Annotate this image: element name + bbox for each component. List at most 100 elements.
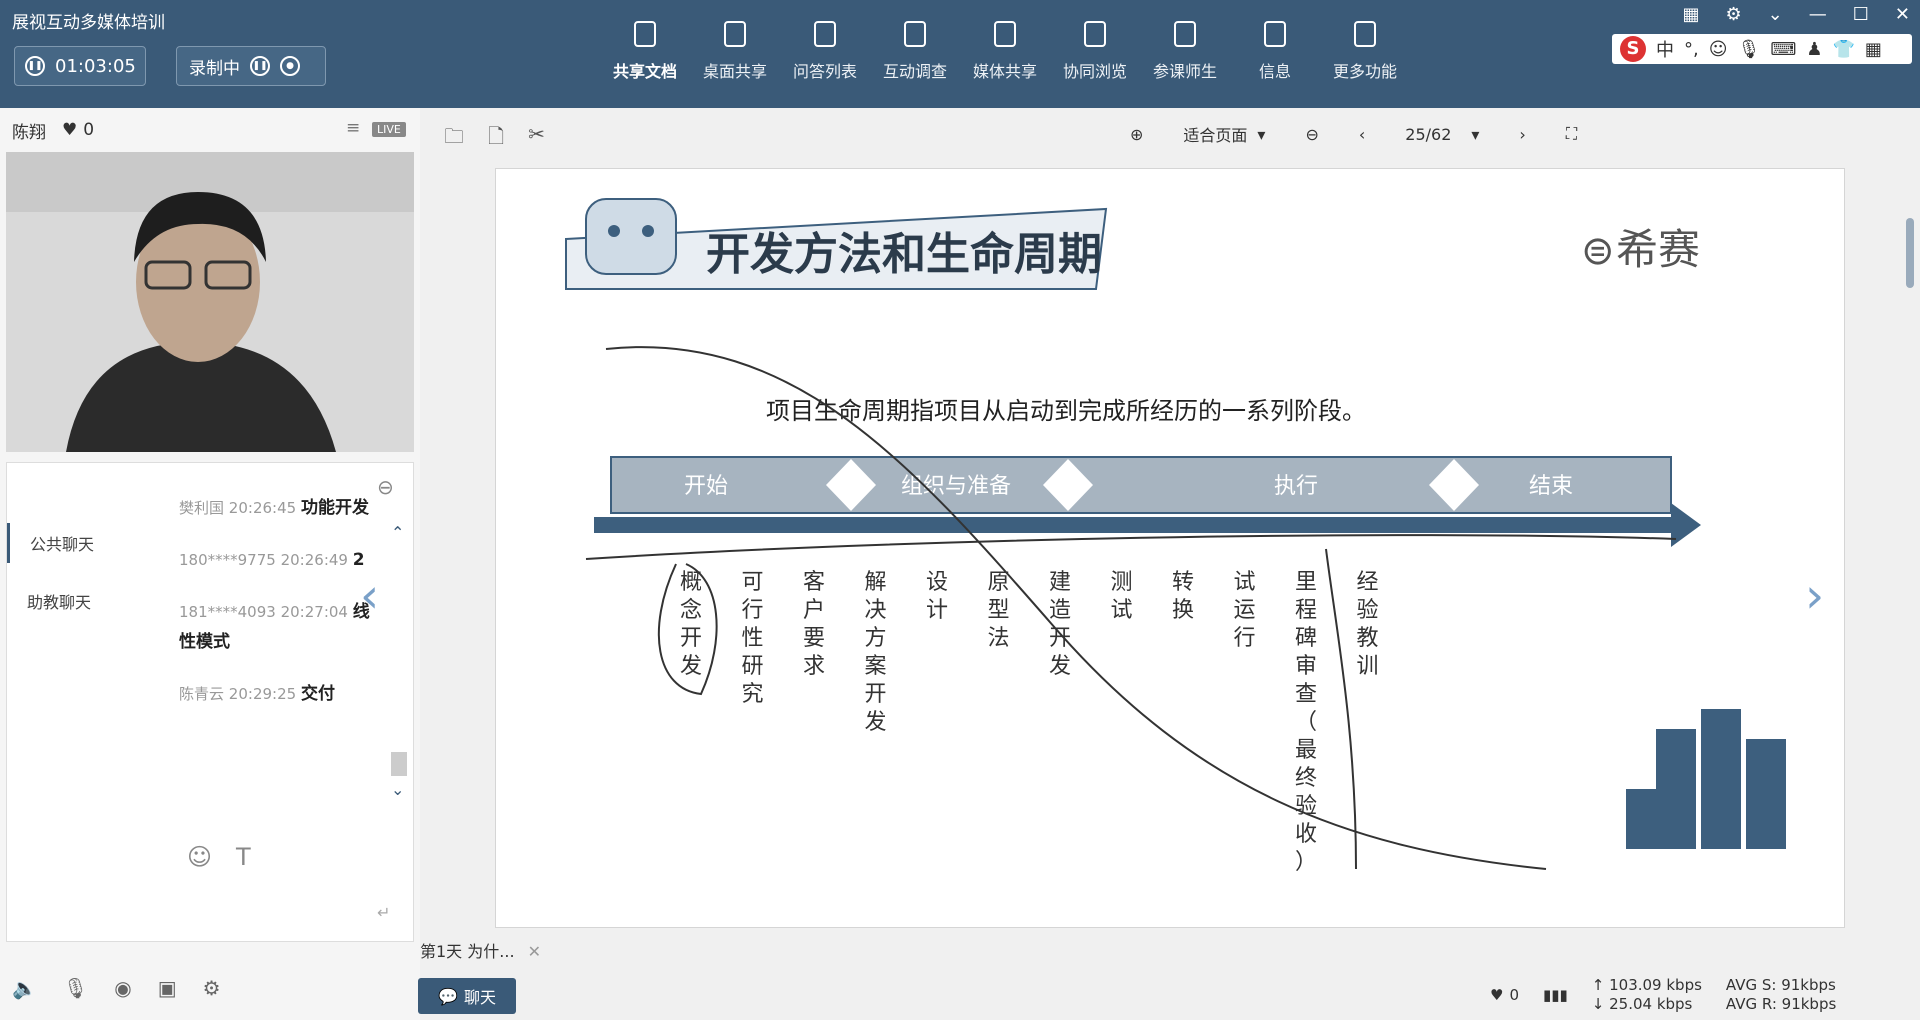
slide-canvas: 开发方法和生命周期 希赛 ⊜ 项目生命周期指项目从启动到完成所经历的一系列阶段。… bbox=[495, 168, 1845, 928]
vertical-scrollbar[interactable] bbox=[1906, 218, 1914, 288]
close-tab-icon[interactable]: ✕ bbox=[528, 942, 541, 961]
toolbar-more-button[interactable]: 更多功能 bbox=[1320, 18, 1410, 82]
toolbar-film-button[interactable]: 媒体共享 bbox=[960, 18, 1050, 82]
ime-lang[interactable]: 中 bbox=[1656, 36, 1674, 62]
slide-title: 开发方法和生命周期 bbox=[706, 229, 1102, 280]
window-controls: ▦ ⚙ ⌄ — ☐ ✕ bbox=[1683, 4, 1910, 25]
avg-rates: AVG S: 91kbps AVG R: 91kbps bbox=[1726, 976, 1836, 1014]
device-controls: 🔈 🎙 ◉ ▣ ⚙ bbox=[12, 976, 221, 1000]
app-title: 展视互动多媒体培训 bbox=[12, 13, 165, 33]
camera-icon[interactable]: ◉ bbox=[114, 976, 131, 1000]
microphone-icon[interactable]: 🎙 bbox=[63, 976, 88, 1000]
phase-label: 执行 bbox=[1274, 474, 1318, 499]
page-chevron-icon[interactable]: ▾ bbox=[1471, 125, 1479, 144]
toolbar-users-button[interactable]: 参课师生 bbox=[1140, 18, 1230, 82]
minimize-icon[interactable]: — bbox=[1809, 4, 1827, 25]
scroll-down-icon[interactable]: ⌄ bbox=[391, 780, 409, 799]
activity-label: 设计 bbox=[926, 570, 948, 623]
text-format-icon[interactable]: T bbox=[236, 843, 251, 871]
close-icon[interactable]: ✕ bbox=[1895, 4, 1910, 25]
left-panel: 陈翔 ♥ 0 ≡ LIVE 公共聊天 助教聊天 ⊖ 樊利国 20:26:45 功… bbox=[0, 108, 420, 1020]
toolbar-document-button[interactable]: 共享文档 bbox=[600, 18, 690, 82]
toolbar-chart-button[interactable]: 互动调查 bbox=[870, 18, 960, 82]
chevron-down-icon[interactable]: ⌄ bbox=[1768, 4, 1783, 25]
tab-public-chat[interactable]: 公共聊天 bbox=[7, 523, 147, 563]
chat-messages: 樊利国 20:26:45 功能开发 180****9775 20:26:49 21… bbox=[179, 493, 379, 731]
upload-rate-value: 103.09 kbps bbox=[1609, 976, 1702, 994]
chat-message: 181****4093 20:27:04 线性模式 bbox=[179, 597, 379, 657]
emoji-icon[interactable]: ☺ bbox=[1709, 39, 1728, 60]
document-area: 🗀 🗋 ✂ ⊕ 适合页面 ▾ ⊖ ‹ 25/62 ▾ › ⛶ 开发方法和生命周期… bbox=[360, 108, 1920, 1020]
apps-icon[interactable]: ▦ bbox=[1865, 39, 1882, 60]
phase-label: 开始 bbox=[684, 474, 728, 499]
tab-assistant-chat[interactable]: 助教聊天 bbox=[7, 581, 147, 621]
page-indicator[interactable]: 25/62 bbox=[1405, 125, 1451, 144]
avg-send: AVG S: 91kbps bbox=[1725, 976, 1836, 994]
download-rate: ↓ 25.04 kbps bbox=[1591, 995, 1693, 1013]
session-timer[interactable]: ❚❚ 01:03:05 bbox=[14, 46, 146, 86]
maximize-icon[interactable]: ☐ bbox=[1853, 4, 1869, 25]
document-tab[interactable]: 第1天 为什... ✕ bbox=[420, 938, 541, 962]
file-icon[interactable]: 🗋 bbox=[488, 122, 504, 156]
heart-icon[interactable]: ♥ bbox=[62, 120, 77, 140]
scroll-up-icon[interactable]: ⌃ bbox=[391, 523, 409, 542]
record-stop-icon[interactable]: ● bbox=[280, 56, 300, 76]
user-icon[interactable]: ♟ bbox=[1806, 39, 1822, 60]
next-page-icon[interactable]: › bbox=[1519, 125, 1525, 144]
record-pause-icon[interactable]: ❚❚ bbox=[250, 56, 270, 76]
status-heart-icon[interactable]: ♥ bbox=[1490, 986, 1503, 1004]
document-icon bbox=[634, 21, 656, 47]
timer-value: 01:03:05 bbox=[55, 55, 136, 77]
presenter-bar: 陈翔 ♥ 0 ≡ LIVE bbox=[0, 108, 420, 152]
scissors-icon[interactable]: ✂ bbox=[528, 122, 545, 156]
emoji-icon[interactable]: ☺ bbox=[187, 843, 212, 871]
fit-select[interactable]: 适合页面 bbox=[1183, 122, 1247, 146]
zoom-in-icon[interactable]: ⊕ bbox=[1130, 125, 1143, 144]
folder-icon[interactable]: 🗀 bbox=[444, 122, 464, 156]
scroll-thumb[interactable] bbox=[391, 752, 407, 776]
prev-page-icon[interactable]: ‹ bbox=[1359, 125, 1365, 144]
record-control[interactable]: 录制中 ❚❚ ● bbox=[176, 46, 326, 86]
activity-label: 试运行 bbox=[1233, 570, 1255, 651]
chevron-down-icon[interactable]: ▾ bbox=[1257, 125, 1265, 144]
fullscreen-icon[interactable]: ⛶ bbox=[1566, 124, 1577, 144]
chat-button[interactable]: 💬 聊天 bbox=[418, 978, 516, 1014]
chat-sender: 樊利国 bbox=[179, 499, 225, 517]
speaker-icon[interactable]: 🔈 bbox=[12, 976, 37, 1000]
toolbar-label: 更多功能 bbox=[1332, 62, 1397, 81]
status-likes: 0 bbox=[1509, 986, 1519, 1004]
chat-time: 20:27:04 bbox=[280, 603, 348, 621]
zoom-out-icon[interactable]: ⊖ bbox=[1305, 125, 1318, 144]
toolbar-label: 桌面共享 bbox=[702, 62, 767, 81]
grid-icon[interactable]: ▦ bbox=[1683, 4, 1700, 25]
presenter-name: 陈翔 bbox=[12, 122, 46, 143]
chat-panel: 公共聊天 助教聊天 ⊖ 樊利国 20:26:45 功能开发 180****9775… bbox=[6, 462, 414, 942]
prev-slide-arrow[interactable]: ‹ bbox=[360, 568, 379, 624]
activity-label: 可行性研究 bbox=[741, 570, 763, 707]
send-icon[interactable]: ↵ bbox=[377, 903, 390, 922]
keyboard-icon[interactable]: ⌨ bbox=[1770, 39, 1796, 60]
toolbar-compass-button[interactable]: 协同浏览 bbox=[1050, 18, 1140, 82]
chat-scrollbar[interactable]: ⌃ ⌄ bbox=[391, 523, 409, 813]
list-icon[interactable]: ≡ bbox=[346, 118, 360, 138]
slide-brand: 希赛 bbox=[1616, 225, 1700, 274]
settings-icon[interactable]: ⚙ bbox=[1726, 4, 1742, 25]
settings-icon[interactable]: ⚙ bbox=[203, 976, 221, 1000]
toolbar-desktop-button[interactable]: 桌面共享 bbox=[690, 18, 780, 82]
document-tab-label: 第1天 为什... bbox=[420, 942, 515, 961]
activity-label: 里程碑审查（最终验收） bbox=[1295, 570, 1317, 875]
main-toolbar: 共享文档 桌面共享 问答列表 互动调查 媒体共享 协同浏览 参课师生 信息 更多功能 bbox=[600, 18, 1410, 82]
chat-sender: 180****9775 bbox=[179, 551, 276, 569]
screenshot-icon[interactable]: ▣ bbox=[158, 976, 177, 1000]
toolbar-label: 协同浏览 bbox=[1062, 62, 1127, 81]
more-icon bbox=[1354, 21, 1376, 47]
toolbar-qa-button[interactable]: 问答列表 bbox=[780, 18, 870, 82]
ime-bar: S 中 °, ☺ 🎙 ⌨ ♟ 👕 ▦ bbox=[1612, 34, 1912, 64]
punct-icon[interactable]: °, bbox=[1684, 39, 1699, 60]
collapse-icon[interactable]: ⊖ bbox=[377, 475, 394, 499]
shirt-icon[interactable]: 👕 bbox=[1832, 39, 1854, 60]
next-slide-arrow[interactable]: › bbox=[1805, 568, 1824, 624]
chat-button-label: 聊天 bbox=[463, 988, 496, 1007]
toolbar-info-button[interactable]: 信息 bbox=[1230, 18, 1320, 82]
mic-icon[interactable]: 🎙 bbox=[1738, 39, 1761, 60]
